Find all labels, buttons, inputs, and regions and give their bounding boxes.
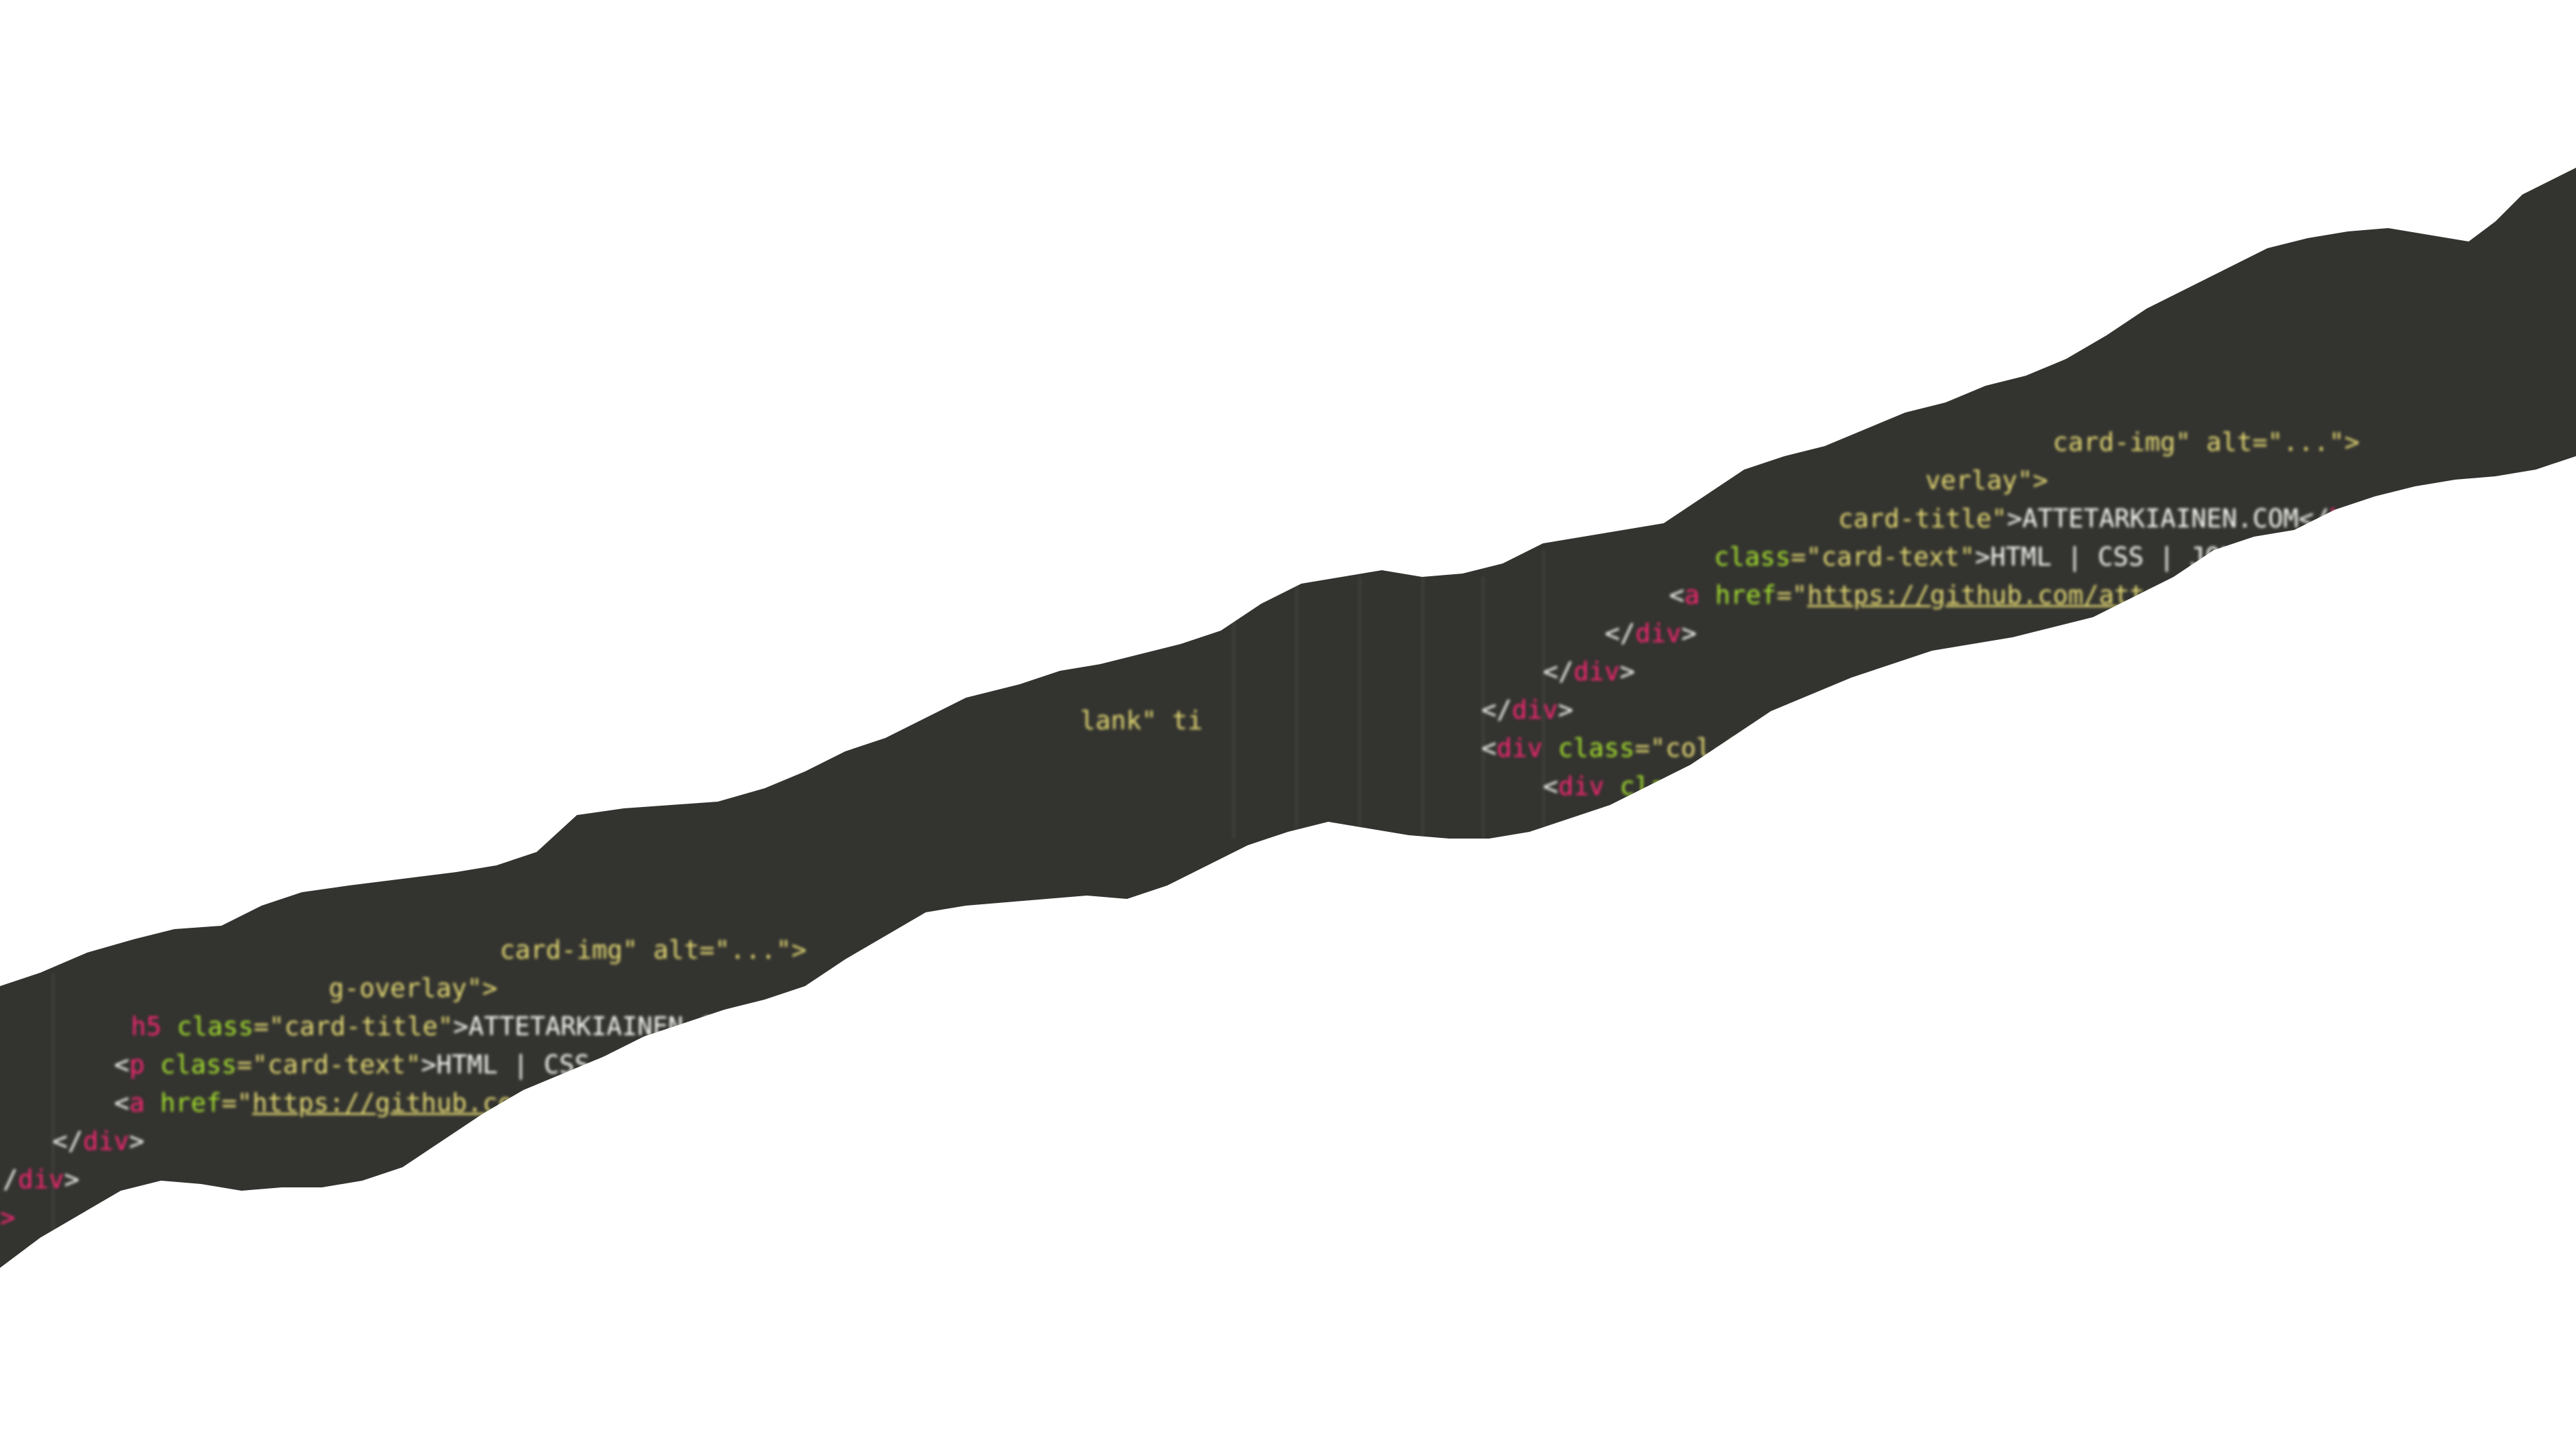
torn-paper-code-banner: card-img" alt="..."> verlay"> card-title… bbox=[0, 0, 2576, 1449]
code-token: =" bbox=[221, 1088, 252, 1118]
code-token: div bbox=[1496, 733, 1543, 763]
code-line: lank" ti bbox=[1080, 702, 1203, 740]
indent-guide bbox=[1359, 577, 1360, 839]
code-token: =" bbox=[1776, 580, 1807, 610]
code-token: lank" ti bbox=[1080, 706, 1203, 735]
code-token: < bbox=[1543, 771, 1558, 801]
code-token: href bbox=[160, 1088, 222, 1118]
code-token: div bbox=[1558, 771, 1605, 801]
code-token: div bbox=[1635, 619, 1682, 648]
code-token: < bbox=[1481, 733, 1497, 763]
code-token: > bbox=[129, 1126, 145, 1156]
code-token: href bbox=[1715, 580, 1777, 610]
indent-guide bbox=[1296, 577, 1297, 839]
code-token: > bbox=[1681, 619, 1697, 648]
indent-guide bbox=[1422, 577, 1424, 839]
